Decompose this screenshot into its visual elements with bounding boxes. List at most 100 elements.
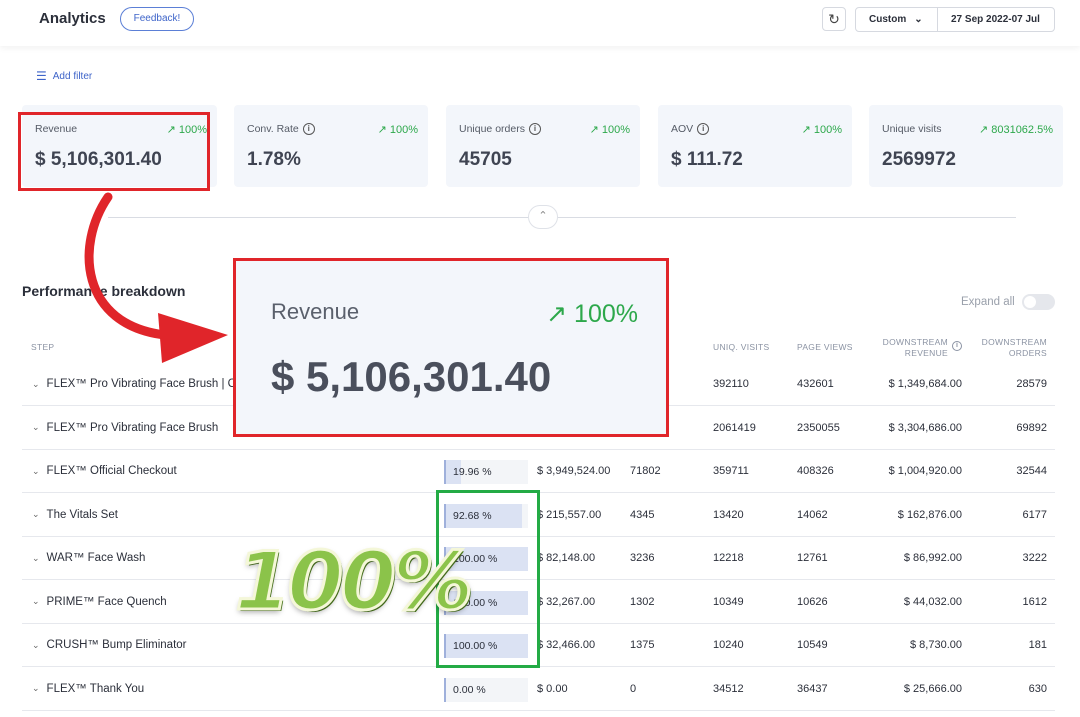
date-range-value[interactable]: 27 Sep 2022-07 Jul [938, 8, 1054, 31]
row-step-label: FLEX™ Thank You [46, 682, 145, 695]
cell-revenue: $ 32,466.00 [537, 639, 596, 651]
column-header-downstream-revenue[interactable]: DOWNSTREAM REVENUE [876, 337, 948, 359]
cell-downstream-revenue: $ 1,349,684.00 [888, 378, 962, 390]
row-step-label: The Vitals Set [46, 508, 118, 521]
cell-page-views: 10626 [797, 595, 828, 608]
chevron-down-icon[interactable]: ⌄ [32, 379, 40, 390]
chevron-down-icon[interactable]: ⌄ [32, 640, 40, 651]
cell-downstream-orders: 181 [1028, 639, 1047, 651]
row-step[interactable]: ⌄ WAR™ Face Wash [32, 552, 145, 564]
cell-uniq-visits: 392110 [713, 378, 749, 390]
cell-downstream-orders: 6177 [1022, 508, 1047, 521]
column-header-uniq-visits[interactable]: UNIQ. VISITS [713, 342, 770, 353]
cell-page-views: 10549 [797, 639, 828, 651]
info-icon[interactable]: i [302, 123, 315, 135]
row-step[interactable]: ⌄ FLEX™ Pro Vibrating Face Brush | C [32, 378, 236, 390]
row-step-label: WAR™ Face Wash [46, 552, 146, 564]
cell-page-views: 432601 [797, 378, 834, 390]
cell-page-views: 36437 [797, 682, 828, 695]
expand-all-label: Expand all [961, 296, 1015, 308]
zoom-label: Revenue [271, 299, 360, 324]
cell-downstream-revenue: $ 162,876.00 [897, 508, 962, 521]
cell-page-views: 408326 [797, 465, 834, 477]
column-header-page-views[interactable]: PAGE VIEWS [797, 342, 853, 353]
column-header-line: DOWNSTREAM [882, 337, 948, 347]
percent-bar-fill [444, 677, 446, 702]
kpi-card-unique-visits[interactable]: Unique visits ↗ 8031062.5% 2569972 [869, 105, 1063, 187]
cell-downstream-orders: 32544 [1016, 465, 1047, 477]
cell-downstream-orders: 1612 [1022, 595, 1047, 608]
cell-uniq-visits: 2061419 [713, 421, 756, 434]
row-step-label: PRIME™ Face Quench [46, 595, 167, 608]
kpi-card-aov[interactable]: AOV i ↗ 100% $ 111.72 [658, 105, 852, 187]
kpi-card-conv-rate[interactable]: Conv. Rate i ↗ 100% 1.78% [234, 105, 428, 187]
info-icon[interactable]: i [528, 123, 541, 135]
row-step[interactable]: ⌄ FLEX™ Thank You [32, 683, 144, 695]
row-step-label: FLEX™ Pro Vibrating Face Brush [46, 421, 219, 434]
overlay-100-percent-text: 100% [233, 534, 474, 630]
cell-revenue: $ 82,148.00 [537, 552, 596, 564]
chevron-down-icon[interactable]: ⌄ [32, 683, 40, 694]
filter-icon: ☰ [36, 69, 47, 83]
column-header-line: ORDERS [1008, 348, 1047, 358]
row-step-label: FLEX™ Official Checkout [46, 465, 177, 477]
chevron-down-icon[interactable]: ⌄ [32, 466, 40, 477]
cell-uniq-visits: 10349 [713, 595, 744, 608]
kpi-change: ↗ 100% [377, 124, 418, 136]
cell-downstream-revenue: $ 1,004,920.00 [888, 465, 962, 477]
expand-all-control[interactable]: Expand all [961, 294, 1055, 310]
row-step[interactable]: ⌄ The Vitals Set [32, 509, 118, 521]
row-step[interactable]: ⌄ FLEX™ Pro Vibrating Face Brush [32, 422, 218, 434]
cell-revenue: $ 0.00 [537, 682, 568, 695]
range-select[interactable]: Custom ⌄ [856, 8, 938, 31]
chevron-down-icon[interactable]: ⌄ [32, 509, 40, 520]
chevron-down-icon: ⌄ [914, 14, 923, 25]
table-row[interactable]: ⌄ FLEX™ Official Checkout 19.96 % $ 3,949,5… [22, 450, 1055, 493]
kpi-label: Unique orders i [459, 123, 541, 135]
chevron-down-icon[interactable]: ⌄ [32, 553, 40, 564]
feedback-button[interactable]: Feedback! [120, 7, 194, 31]
info-icon[interactable]: i [697, 123, 710, 135]
zoom-value: $ 5,106,301.40 [271, 353, 552, 400]
cell-downstream-revenue: $ 8,730.00 [910, 639, 962, 651]
top-bar: Analytics Feedback! ↻ Custom ⌄ 27 Sep 20… [0, 0, 1080, 46]
kpi-change: ↗ 100% [589, 124, 630, 136]
kpi-value: 45705 [459, 149, 512, 170]
cell-orders: 0 [630, 682, 637, 695]
expand-all-toggle[interactable] [1021, 294, 1055, 310]
chevron-down-icon[interactable]: ⌄ [32, 422, 40, 433]
collapse-chevrons-icon[interactable]: ⌃︎ [528, 205, 558, 229]
cell-uniq-visits: 13420 [713, 508, 744, 521]
kpi-value: 1.78% [247, 149, 301, 170]
cell-orders: 3236 [630, 552, 655, 564]
kpi-label: Conv. Rate i [247, 123, 315, 135]
kpi-label: AOV i [671, 123, 710, 135]
row-step[interactable]: ⌄ FLEX™ Official Checkout [32, 465, 177, 477]
column-header-line: DOWNSTREAM [981, 337, 1047, 347]
kpi-change: ↗ 100% [801, 124, 842, 136]
cell-downstream-revenue: $ 3,304,686.00 [888, 421, 962, 434]
kpi-value: $ 111.72 [671, 149, 743, 170]
row-step[interactable]: ⌄ CRUSH™ Bump Eliminator [32, 639, 187, 651]
add-filter-button[interactable]: ☰ Add filter [36, 69, 92, 83]
percent-bar: 0.00 % [444, 677, 528, 702]
cell-orders: 1302 [630, 595, 655, 608]
cell-uniq-visits: 359711 [713, 465, 749, 477]
highlight-box-red [18, 112, 210, 191]
range-select-value: Custom [869, 14, 907, 25]
column-header-downstream-orders[interactable]: DOWNSTREAM ORDERS [975, 337, 1047, 359]
info-icon[interactable]: i [952, 341, 962, 351]
column-header-line: REVENUE [904, 348, 948, 358]
row-step-label: CRUSH™ Bump Eliminator [46, 639, 187, 651]
column-header-step[interactable]: STEP [31, 342, 54, 353]
revenue-zoom-callout: Revenue ↗ 100% $ 5,106,301.40 [233, 258, 669, 437]
refresh-icon[interactable]: ↻ [822, 7, 846, 31]
row-step[interactable]: ⌄ PRIME™ Face Quench [32, 596, 167, 608]
date-range-picker[interactable]: Custom ⌄ 27 Sep 2022-07 Jul [855, 7, 1055, 32]
cell-downstream-orders: 630 [1028, 682, 1047, 695]
kpi-change: ↗ 8031062.5% [978, 124, 1053, 136]
kpi-card-unique-orders[interactable]: Unique orders i ↗ 100% 45705 [446, 105, 640, 187]
chevron-down-icon[interactable]: ⌄ [32, 596, 40, 607]
add-filter-label: Add filter [52, 70, 93, 82]
table-row[interactable]: ⌄ FLEX™ Thank You 0.00 % $ 0.00 0 34512 36437 $… [22, 668, 1055, 711]
